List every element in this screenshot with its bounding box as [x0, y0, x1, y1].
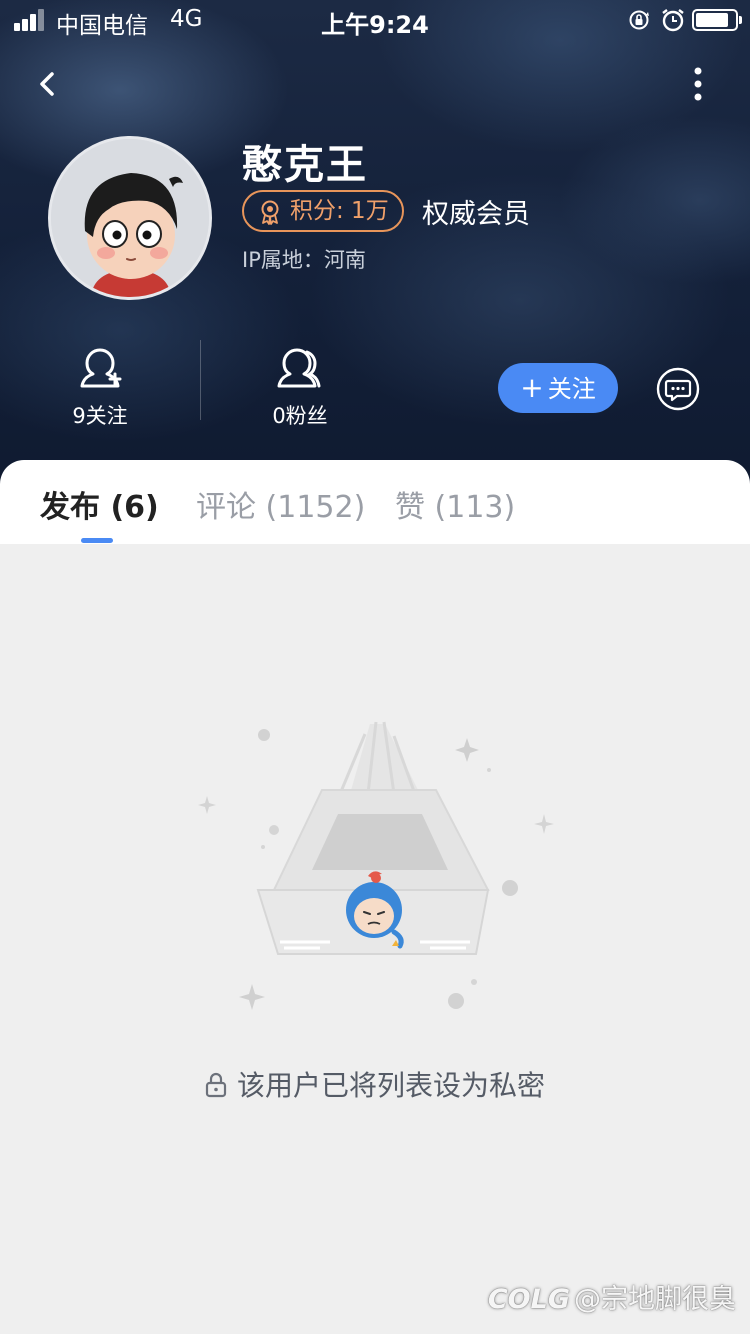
- username: 憨克王: [242, 142, 368, 188]
- status-bar: 中国电信 4G 上午9:24: [0, 0, 750, 40]
- ip-location: IP属地：河南: [242, 248, 366, 272]
- private-list-notice: 该用户已将列表设为私密: [0, 1064, 750, 1104]
- rotation-lock-icon: [629, 10, 649, 30]
- member-title: 权威会员: [422, 199, 530, 230]
- avatar[interactable]: [48, 136, 212, 300]
- tab-likes[interactable]: 赞 (113): [395, 482, 515, 526]
- back-button[interactable]: [30, 64, 66, 104]
- lock-icon: [205, 1072, 227, 1098]
- alarm-icon: [662, 9, 684, 32]
- users-icon: [277, 348, 321, 388]
- follow-button[interactable]: + 关注: [498, 363, 618, 413]
- chat-bubble-icon[interactable]: [656, 367, 700, 411]
- following-count: 9关注: [72, 404, 128, 428]
- stats-divider: [200, 340, 201, 420]
- battery-icon: [692, 9, 742, 31]
- avatar-image: [51, 139, 209, 297]
- watermark: COLG @宗地脚很臭: [488, 1277, 736, 1316]
- empty-box-illustration: [198, 721, 554, 1010]
- following-stat[interactable]: 9关注: [40, 344, 160, 430]
- follow-label: 关注: [547, 375, 596, 403]
- watermark-text: @宗地脚很臭: [574, 1284, 736, 1315]
- private-notice-text: 该用户已将列表设为私密: [236, 1069, 545, 1102]
- profile-header: 中国电信 4G 上午9:24 憨克王 积分: 1万 权威会员 IP属地：河南 9…: [0, 0, 750, 500]
- tab-comments[interactable]: 评论 (1152): [196, 482, 365, 526]
- followers-stat[interactable]: 0粉丝: [240, 344, 360, 430]
- plus-icon: +: [520, 371, 544, 404]
- tab-posts[interactable]: 发布 (6): [40, 482, 159, 526]
- medal-icon: [261, 200, 279, 225]
- tab-bar: 发布 (6) 评论 (1152) 赞 (113): [0, 460, 750, 544]
- content-area: 该用户已将列表设为私密: [0, 544, 750, 1334]
- more-options-button[interactable]: [682, 64, 714, 104]
- points-label: 积分: 1万: [290, 198, 389, 224]
- followers-count: 0粉丝: [272, 404, 328, 428]
- watermark-logo: COLG: [487, 1284, 570, 1315]
- tab-active-indicator: [81, 538, 113, 543]
- points-badge[interactable]: 积分: 1万: [242, 190, 404, 232]
- user-add-icon: [80, 348, 122, 388]
